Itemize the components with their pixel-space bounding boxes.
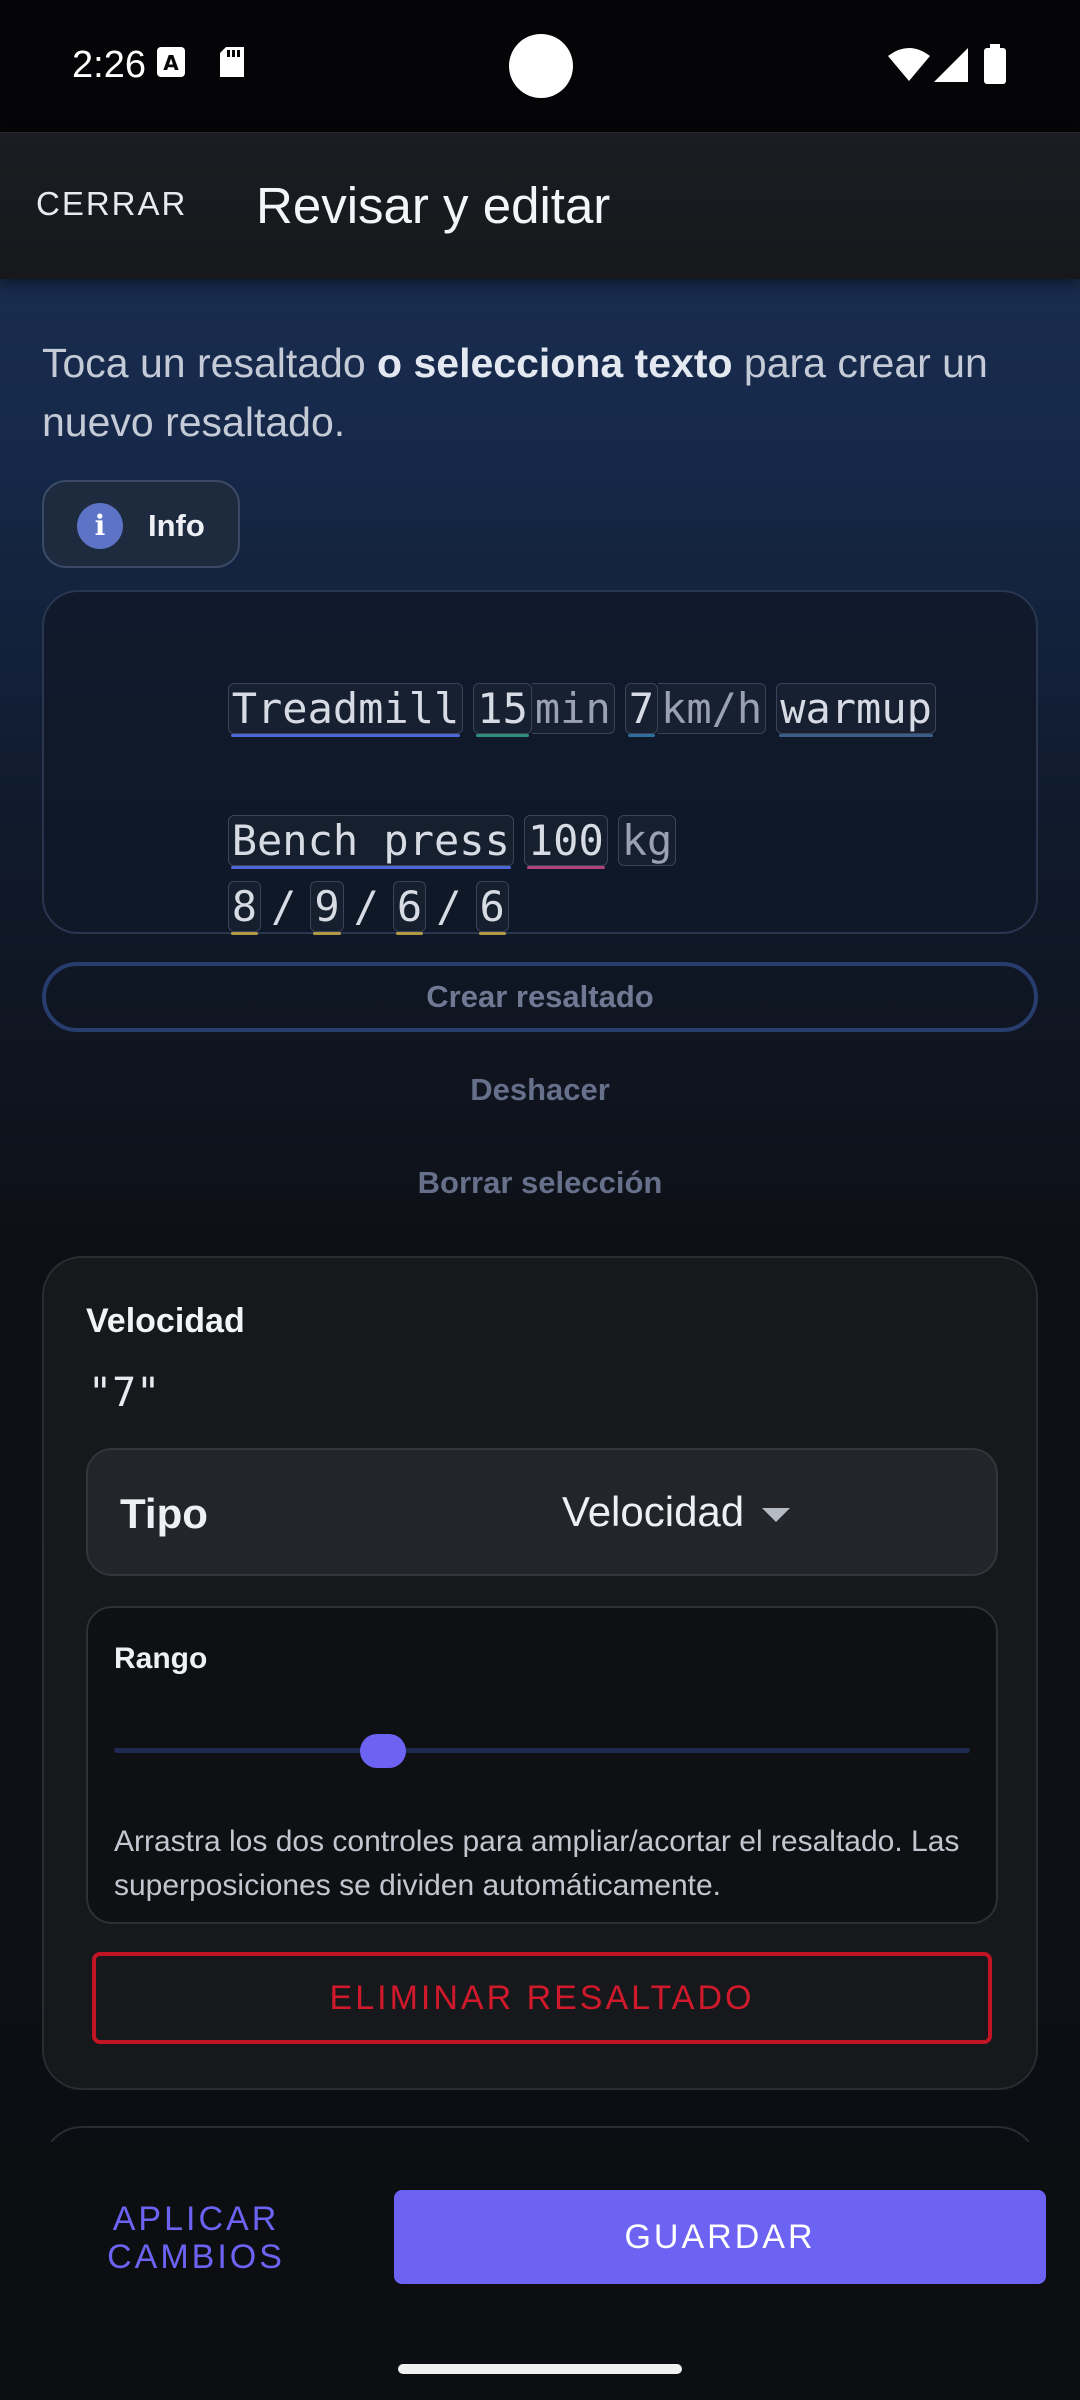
editor-line-3: 8/9/6/6 (76, 832, 519, 981)
highlight-duration[interactable]: 15 (473, 683, 532, 737)
highlight-reps[interactable]: 8 (227, 881, 262, 935)
page-title: Revisar y editar (256, 177, 611, 234)
clear-selection-button[interactable]: Borrar selección (0, 1165, 1080, 1201)
highlight-weight-unit[interactable]: kg (617, 815, 677, 866)
camera-cutout (509, 34, 573, 98)
highlight-speed[interactable]: 7 (624, 683, 659, 737)
apply-changes-button[interactable]: APLICAR CAMBIOS (60, 2200, 332, 2276)
highlight-reps[interactable]: 6 (392, 881, 427, 935)
highlight-detail-card: Velocidad "7" Tipo Velocidad Rango Arras… (42, 1256, 1038, 2090)
screen: 2:26 A CERRAR Revisar y editar Toca un r… (0, 0, 1080, 2400)
set-separator: / (271, 882, 297, 931)
range-help-text: Arrastra los dos controles para ampliar/… (114, 1825, 960, 1902)
highlight-weight[interactable]: 100 (523, 815, 608, 869)
delete-highlight-button[interactable]: ELIMINAR RESALTADO (92, 1952, 992, 2044)
range-label: Rango (114, 1642, 208, 1675)
highlight-note[interactable]: warmup (776, 683, 936, 737)
instruction-part-1: Toca un resaltado (42, 340, 378, 386)
highlight-reps[interactable]: 9 (310, 881, 344, 935)
apply-label-line-1: APLICAR (112, 2200, 280, 2238)
save-button[interactable]: GUARDAR (394, 2190, 1046, 2284)
set-separator: / (353, 882, 379, 931)
bottom-action-bar: APLICAR CAMBIOS GUARDAR (0, 2142, 1080, 2400)
range-slider-track[interactable] (114, 1748, 970, 1753)
apply-label-line-2: CAMBIOS (107, 2238, 285, 2276)
undo-button[interactable]: Deshacer (0, 1072, 1080, 1108)
range-slider-thumb[interactable] (360, 1734, 406, 1768)
type-dropdown-value: Velocidad (562, 1488, 745, 1535)
cell-signal-icon (934, 48, 968, 87)
highlight-title: Velocidad (86, 1302, 245, 1340)
editor-line-1: Treadmill 15 min 7 km/h warmup (76, 634, 946, 783)
highlight-exercise[interactable]: Treadmill (227, 683, 464, 737)
close-button[interactable]: CERRAR (36, 185, 187, 223)
text-editor[interactable]: Treadmill 15 min 7 km/h warmup Bench press 100… (42, 590, 1038, 935)
type-label: Tipo (120, 1490, 208, 1537)
type-dropdown[interactable]: Velocidad (562, 1488, 791, 1536)
instruction-bold: o selecciona texto (377, 340, 733, 386)
info-button-label: Info (148, 508, 205, 543)
wifi-icon (888, 48, 930, 87)
range-section: Rango Arrastra los dos controles para am… (86, 1606, 998, 1924)
highlight-duration-unit[interactable]: min (531, 683, 615, 734)
type-row: Tipo Velocidad (86, 1448, 998, 1576)
app-bar: CERRAR Revisar y editar (0, 132, 1080, 279)
highlight-reps[interactable]: 6 (475, 881, 509, 935)
instruction-text: Toca un resaltado o selecciona texto par… (42, 334, 1042, 452)
highlight-value: "7" (88, 1370, 161, 1416)
info-icon: i (77, 503, 123, 549)
notification-a-icon: A (156, 46, 186, 83)
svg-text:A: A (163, 51, 179, 75)
create-highlight-button[interactable]: Crear resaltado (42, 962, 1038, 1032)
set-separator: / (436, 882, 462, 931)
battery-icon (984, 44, 1006, 89)
highlight-speed-unit[interactable]: km/h (658, 683, 767, 734)
chevron-down-icon (762, 1507, 791, 1522)
status-time: 2:26 (72, 44, 146, 86)
status-bar: 2:26 A (0, 0, 1080, 132)
sd-card-icon (218, 46, 246, 83)
info-button[interactable]: i Info (42, 480, 240, 568)
home-indicator[interactable] (398, 2364, 682, 2374)
